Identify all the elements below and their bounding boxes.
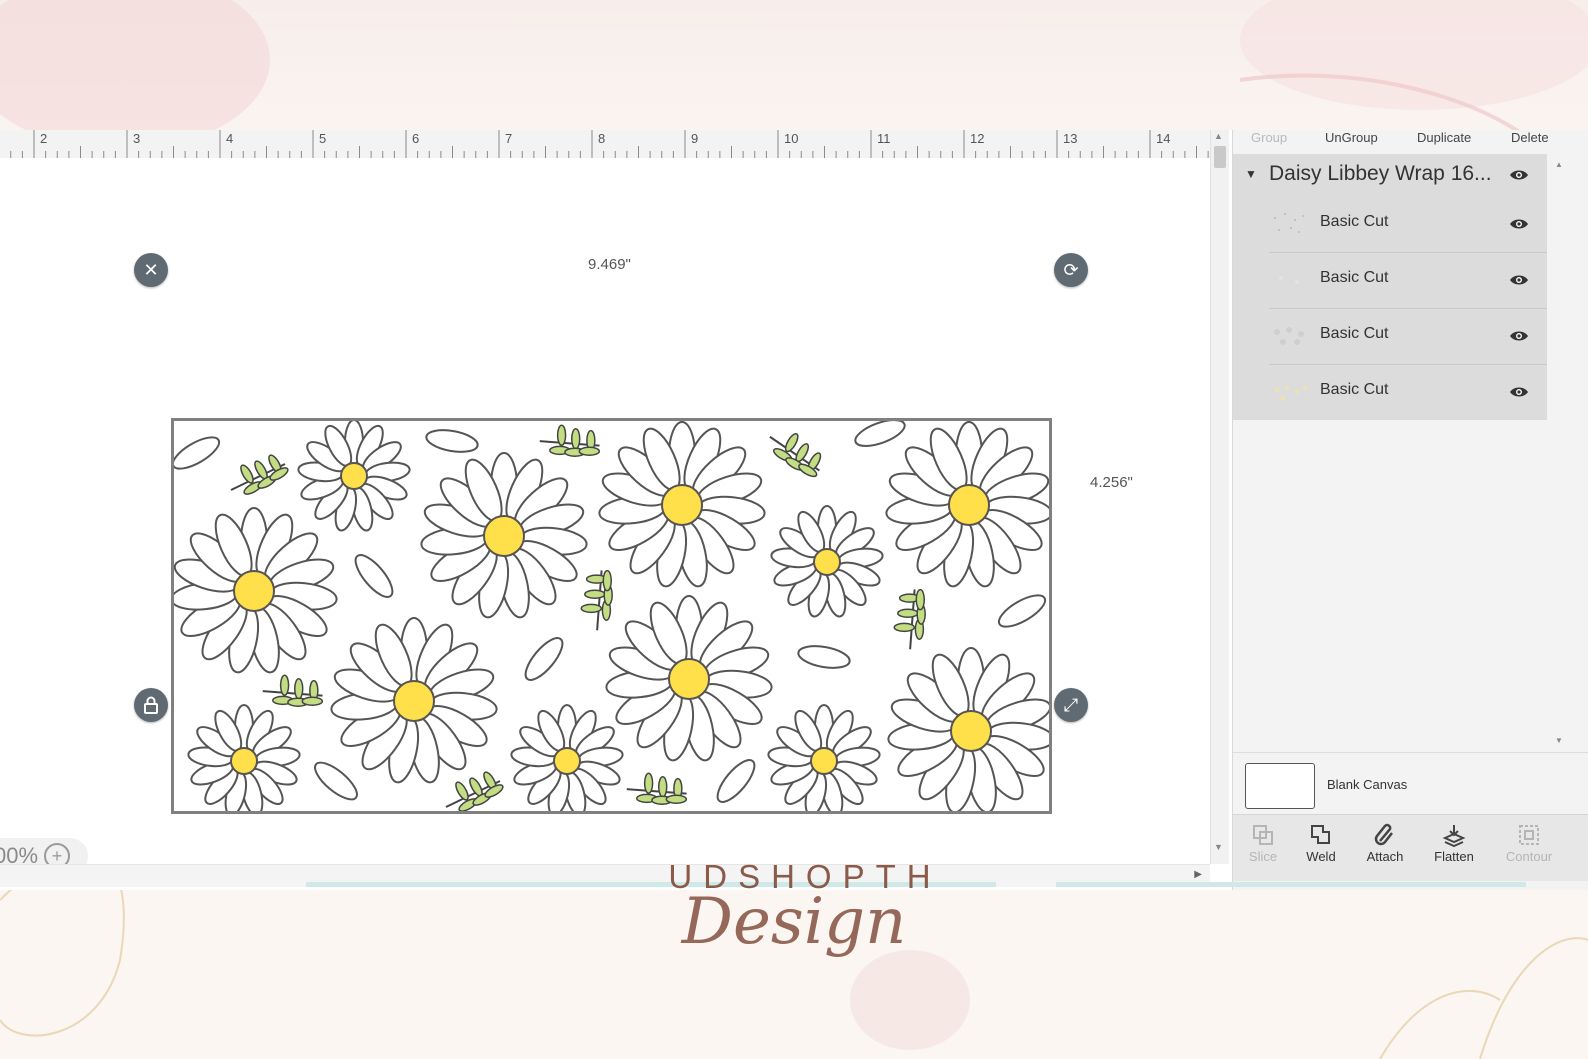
layer-row[interactable]: Basic Cut: [1269, 252, 1547, 309]
scroll-down-icon[interactable]: ▼: [1214, 842, 1223, 852]
attach-icon: [1374, 823, 1393, 846]
lock-icon: [144, 696, 158, 714]
layer-thumbnail: [1274, 385, 1308, 401]
group-button[interactable]: Group: [1251, 130, 1287, 145]
ruler-mark: 10: [784, 131, 799, 146]
ruler-mark: 2: [40, 131, 48, 146]
eye-icon[interactable]: [1509, 330, 1529, 342]
canvas-vertical-scrollbar[interactable]: ▲ ▼: [1210, 130, 1229, 864]
layer-thumbnail: [1274, 327, 1304, 345]
resize-handle[interactable]: ⤢: [1054, 688, 1088, 722]
layer-name: Basic Cut: [1320, 213, 1389, 230]
ungroup-button[interactable]: UnGroup: [1325, 130, 1378, 145]
horizontal-ruler: 2 3 4 5 6 7 8 9 10 11 12 13 14: [0, 130, 1218, 159]
ruler-mark: 6: [412, 131, 420, 146]
close-icon: ✕: [143, 259, 159, 280]
canvas-area[interactable]: 9.469" 4.256" ✕ ⟳ ⤢ 00% +: [0, 158, 1210, 874]
layer-name: Basic Cut: [1320, 381, 1389, 398]
blank-canvas-thumbnail: [1245, 763, 1315, 809]
ruler-mark: 3: [133, 131, 141, 146]
eye-icon[interactable]: [1509, 218, 1529, 230]
delete-handle[interactable]: ✕: [134, 253, 168, 287]
resize-icon: ⤢: [1063, 694, 1079, 715]
layer-row[interactable]: Basic Cut: [1269, 196, 1547, 253]
eye-icon[interactable]: [1509, 386, 1529, 398]
ruler-mark: 4: [226, 131, 234, 146]
contour-icon: [1519, 825, 1539, 845]
collapse-caret-icon[interactable]: ▼: [1245, 167, 1257, 181]
width-dimension-label: 9.469": [588, 256, 631, 273]
layer-row[interactable]: Basic Cut: [1269, 364, 1547, 420]
layer-thumbnail: [1274, 213, 1304, 233]
layer-group-header[interactable]: ▼ Daisy Libbey Wrap 16...: [1233, 154, 1547, 194]
layer-thumbnail: [1279, 276, 1299, 284]
layer-group: ▼ Daisy Libbey Wrap 16... Basic Cut Basi…: [1233, 154, 1547, 420]
ruler-mark: 14: [1156, 131, 1171, 146]
flatten-icon: [1442, 825, 1466, 848]
blank-canvas-row[interactable]: Blank Canvas: [1233, 752, 1588, 815]
lock-handle[interactable]: [134, 688, 168, 722]
layer-name: Basic Cut: [1320, 325, 1389, 342]
weld-icon: [1311, 825, 1330, 844]
layer-name: Basic Cut: [1320, 269, 1389, 286]
scrollbar-thumb[interactable]: [1214, 146, 1226, 168]
daisy-pattern-artwork: [174, 421, 1049, 811]
scroll-up-icon[interactable]: ▲: [1214, 131, 1223, 141]
rotate-handle[interactable]: ⟳: [1054, 253, 1088, 287]
eye-icon[interactable]: [1509, 274, 1529, 286]
ruler-mark: 7: [505, 131, 513, 146]
layer-group-title: Daisy Libbey Wrap 16...: [1269, 162, 1492, 185]
ruler-mark: 8: [598, 131, 606, 146]
rotate-icon: ⟳: [1063, 259, 1079, 280]
duplicate-button[interactable]: Duplicate: [1417, 130, 1471, 145]
ruler-mark: 9: [691, 131, 699, 146]
layer-row[interactable]: Basic Cut: [1269, 308, 1547, 365]
slice-icon: [1253, 825, 1273, 845]
panel-scroll-up-icon[interactable]: ▲: [1555, 160, 1563, 169]
eye-icon[interactable]: [1509, 169, 1529, 181]
blank-canvas-label: Blank Canvas: [1327, 777, 1408, 792]
ruler-mark: 11: [877, 131, 891, 146]
ruler-mark: 13: [1063, 131, 1078, 146]
brand-script-signature: Design: [681, 885, 907, 959]
layers-panel: Group UnGroup Duplicate Delete ▼ Daisy L…: [1232, 130, 1588, 890]
ruler-mark: 5: [319, 131, 327, 146]
ruler-mark: 12: [970, 131, 985, 146]
delete-button[interactable]: Delete: [1511, 130, 1549, 145]
layers-toolbar: Group UnGroup Duplicate Delete: [1233, 130, 1588, 154]
panel-scroll-down-icon[interactable]: ▼: [1555, 736, 1563, 745]
daisy-wrap-design[interactable]: [171, 418, 1052, 814]
design-space-window: 2 3 4 5 6 7 8 9 10 11 12 13 14 9.469" 4.…: [0, 130, 1588, 890]
height-dimension-label: 4.256": [1090, 474, 1133, 491]
backdrop-top: [0, 0, 1588, 130]
